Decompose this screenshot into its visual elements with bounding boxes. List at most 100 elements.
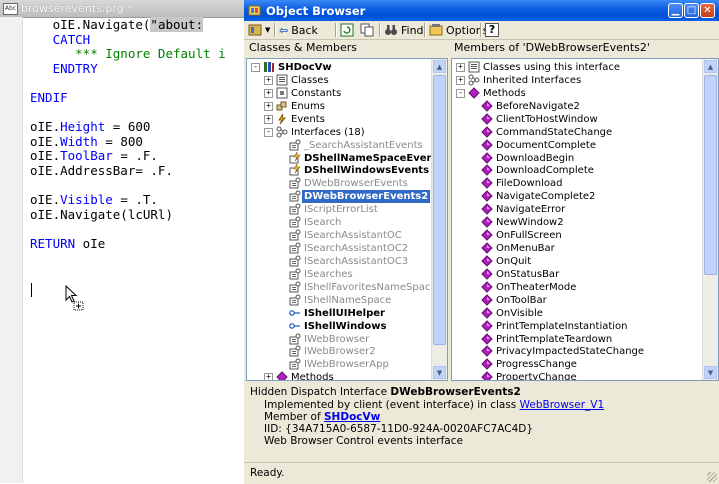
- tree-item[interactable]: + Methods: [247, 371, 447, 380]
- code-line[interactable]: *** Ignore Default i: [30, 46, 226, 62]
- member-item[interactable]: DownloadBegin: [452, 151, 718, 165]
- members-list-scrollbar[interactable]: ▲ ▼: [702, 59, 718, 380]
- code-line[interactable]: [30, 106, 226, 121]
- scroll-thumb[interactable]: [704, 75, 717, 275]
- code-line[interactable]: [30, 222, 226, 237]
- resize-grip-icon[interactable]: [707, 472, 717, 482]
- tree-item[interactable]: - Interfaces (18): [247, 126, 447, 139]
- code-line[interactable]: oIE.Navigate("about:: [30, 17, 226, 33]
- tree-item[interactable]: DShellNameSpaceEvents: [247, 151, 447, 165]
- code-line[interactable]: RETURN oIe: [30, 236, 226, 252]
- code-line[interactable]: oIE.Visible = .T.: [30, 192, 226, 208]
- code-line[interactable]: oIE.Height = 600: [30, 119, 226, 135]
- tree-item[interactable]: IWebBrowser2: [247, 345, 447, 358]
- collapse-toggle-icon[interactable]: -: [264, 127, 273, 137]
- tree-item[interactable]: IWebBrowserApp: [247, 358, 447, 371]
- member-item[interactable]: PrivacyImpactedStateChange: [452, 345, 718, 358]
- member-item[interactable]: + Inherited Interfaces: [452, 74, 718, 87]
- tree-item[interactable]: ISearchAssistantOC: [247, 229, 447, 242]
- members-list[interactable]: + Classes using this interface + Inherited …: [451, 58, 719, 381]
- collapse-toggle-icon[interactable]: -: [456, 88, 465, 98]
- code-editor-window[interactable]: Abc browserevents.prg * oIE.Navigate("ab…: [0, 0, 245, 483]
- tree-item[interactable]: + Classes: [247, 74, 447, 87]
- object-browser-titlebar[interactable]: Object Browser ▁ □ ✕: [244, 0, 719, 21]
- classes-tree-scrollbar[interactable]: ▲ ▼: [431, 59, 447, 380]
- minimize-button[interactable]: ▁: [668, 3, 683, 18]
- refresh-button[interactable]: [340, 22, 354, 38]
- scroll-down-button[interactable]: ▼: [433, 366, 446, 379]
- expand-toggle-icon[interactable]: +: [264, 373, 273, 380]
- scroll-down-button[interactable]: ▼: [704, 366, 717, 379]
- member-item[interactable]: NewWindow2: [452, 216, 718, 229]
- member-item[interactable]: - Methods: [452, 87, 718, 100]
- tree-item[interactable]: ISearchAssistantOC3: [247, 255, 447, 268]
- tree-item[interactable]: ISearches: [247, 268, 447, 281]
- object-browser-window[interactable]: Object Browser ▁ □ ✕ ▼ ⇦ Back Find Optio…: [244, 0, 719, 484]
- member-item[interactable]: NavigateComplete2: [452, 190, 718, 203]
- tree-item[interactable]: ISearch: [247, 216, 447, 229]
- webbrowser-v1-link[interactable]: WebBrowser_V1: [520, 399, 605, 411]
- expand-toggle-icon[interactable]: +: [456, 63, 465, 72]
- member-item[interactable]: DownloadComplete: [452, 164, 718, 177]
- tree-item[interactable]: IShellFavoritesNameSpace: [247, 281, 447, 294]
- code-line[interactable]: oIE.AddressBar= .F.: [30, 163, 226, 179]
- member-item[interactable]: CommandStateChange: [452, 125, 718, 139]
- close-button[interactable]: ✕: [700, 3, 715, 18]
- member-item[interactable]: DocumentComplete: [452, 138, 718, 152]
- tree-item[interactable]: IScriptErrorList: [247, 203, 447, 216]
- code-line[interactable]: oIE.Width = 800: [30, 134, 226, 150]
- member-item[interactable]: PropertyChange: [452, 371, 718, 380]
- member-item[interactable]: + Classes using this interface: [452, 61, 718, 74]
- member-item[interactable]: OnVisible: [452, 306, 718, 320]
- maximize-button[interactable]: □: [684, 3, 699, 18]
- library-dropdown-button[interactable]: ▼: [248, 22, 270, 38]
- tree-item[interactable]: IShellUIHelper: [247, 307, 447, 320]
- help-button[interactable]: ?: [485, 22, 499, 38]
- code-line[interactable]: oIE.Navigate(lcURl): [30, 207, 226, 223]
- tree-item[interactable]: ISearchAssistantOC2: [247, 242, 447, 255]
- scroll-up-button[interactable]: ▲: [433, 60, 446, 73]
- member-item[interactable]: FileDownload: [452, 177, 718, 190]
- tree-item[interactable]: - SHDocVw: [247, 61, 447, 74]
- tree-item[interactable]: IShellWindows: [247, 320, 447, 333]
- expand-toggle-icon[interactable]: +: [456, 75, 465, 85]
- tree-item[interactable]: DShellWindowsEvents: [247, 164, 447, 177]
- code-text[interactable]: oIE.Navigate("about: CATCH *** Ignore De…: [30, 17, 226, 252]
- tree-item[interactable]: + Enums: [247, 100, 447, 113]
- code-line[interactable]: [30, 179, 226, 194]
- code-line[interactable]: oIE.ToolBar = .F.: [30, 149, 226, 164]
- member-item[interactable]: PrintTemplateInstantiation: [452, 319, 718, 333]
- code-line[interactable]: [30, 76, 226, 91]
- tree-item[interactable]: DWebBrowserEvents2: [247, 190, 447, 204]
- find-button[interactable]: Find: [384, 22, 424, 38]
- member-item[interactable]: ProgressChange: [452, 358, 718, 371]
- member-item[interactable]: BeforeNavigate2: [452, 100, 718, 113]
- expand-toggle-icon[interactable]: +: [264, 75, 273, 85]
- scroll-up-button[interactable]: ▲: [704, 60, 717, 73]
- member-item[interactable]: NavigateError: [452, 203, 718, 216]
- member-item[interactable]: OnToolBar: [452, 294, 718, 307]
- member-item[interactable]: OnQuit: [452, 255, 718, 268]
- code-line[interactable]: ENDTRY: [30, 61, 226, 77]
- copy-button[interactable]: [360, 22, 374, 38]
- code-line[interactable]: ENDIF: [30, 90, 226, 106]
- editor-titlebar[interactable]: Abc browserevents.prg *: [0, 0, 244, 18]
- expand-toggle-icon[interactable]: +: [264, 114, 273, 124]
- member-item[interactable]: OnTheaterMode: [452, 281, 718, 294]
- scroll-thumb[interactable]: [433, 75, 446, 345]
- tree-item[interactable]: DWebBrowserEvents: [247, 177, 447, 190]
- shdocvw-link[interactable]: SHDocVw: [324, 411, 380, 423]
- tree-item[interactable]: _SearchAssistantEvents: [247, 139, 447, 152]
- member-item[interactable]: ClientToHostWindow: [452, 113, 718, 126]
- expand-toggle-icon[interactable]: +: [264, 101, 273, 111]
- back-button[interactable]: ⇦ Back: [279, 22, 318, 38]
- member-item[interactable]: OnMenuBar: [452, 242, 718, 255]
- tree-item[interactable]: IWebBrowser: [247, 333, 447, 346]
- member-item[interactable]: OnFullScreen: [452, 229, 718, 242]
- tree-item[interactable]: + Events: [247, 113, 447, 126]
- code-line[interactable]: CATCH: [30, 32, 226, 48]
- collapse-toggle-icon[interactable]: -: [251, 63, 260, 72]
- member-item[interactable]: OnStatusBar: [452, 268, 718, 281]
- expand-toggle-icon[interactable]: +: [264, 88, 273, 98]
- member-item[interactable]: PrintTemplateTeardown: [452, 332, 718, 346]
